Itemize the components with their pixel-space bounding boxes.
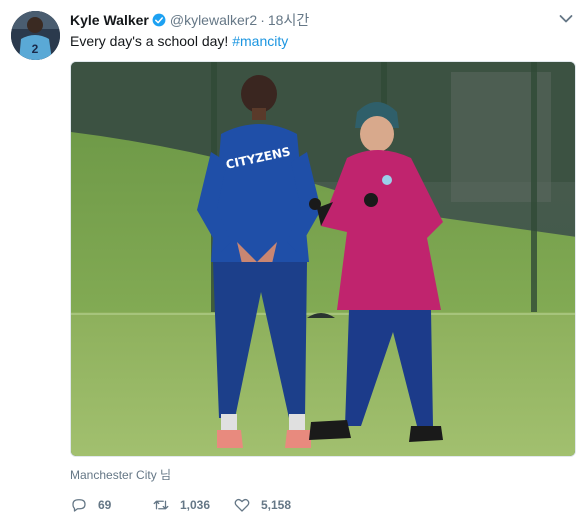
- tagged-account[interactable]: Manchester City 님: [70, 466, 171, 483]
- tweet-actions: 69 1,036 5,158: [70, 496, 291, 514]
- hashtag-link[interactable]: #mancity: [232, 33, 288, 49]
- tweet-header: Kyle Walker @kylewalker2 · 18시간: [70, 11, 309, 29]
- timestamp[interactable]: 18시간: [268, 10, 309, 30]
- tweet-text: Every day's a school day! #mancity: [70, 32, 288, 50]
- separator-dot: ·: [260, 12, 265, 28]
- retweet-count: 1,036: [180, 498, 211, 512]
- tweet-card: 2 Kyle Walker @kylewalker2 · 18시간 Every …: [0, 0, 587, 522]
- reply-button[interactable]: 69: [70, 496, 152, 514]
- like-count: 5,158: [261, 498, 292, 512]
- user-handle[interactable]: @kylewalker2: [170, 12, 257, 28]
- reply-icon: [72, 499, 86, 512]
- like-button[interactable]: 5,158: [233, 496, 291, 514]
- avatar-jersey-number: 2: [32, 42, 39, 56]
- tweet-photo[interactable]: CITYZENS: [70, 61, 576, 457]
- display-name[interactable]: Kyle Walker: [70, 12, 149, 28]
- retweet-icon: [153, 500, 169, 510]
- photo-image: CITYZENS: [71, 62, 575, 456]
- tweet-text-body: Every day's a school day!: [70, 33, 233, 49]
- like-icon: [234, 498, 250, 512]
- retweet-button[interactable]: 1,036: [152, 496, 233, 514]
- reply-count: 69: [98, 498, 112, 512]
- chevron-down-icon[interactable]: [559, 14, 573, 24]
- avatar-image: 2: [11, 11, 60, 60]
- avatar[interactable]: 2: [11, 11, 60, 60]
- verified-badge-icon: [152, 13, 166, 27]
